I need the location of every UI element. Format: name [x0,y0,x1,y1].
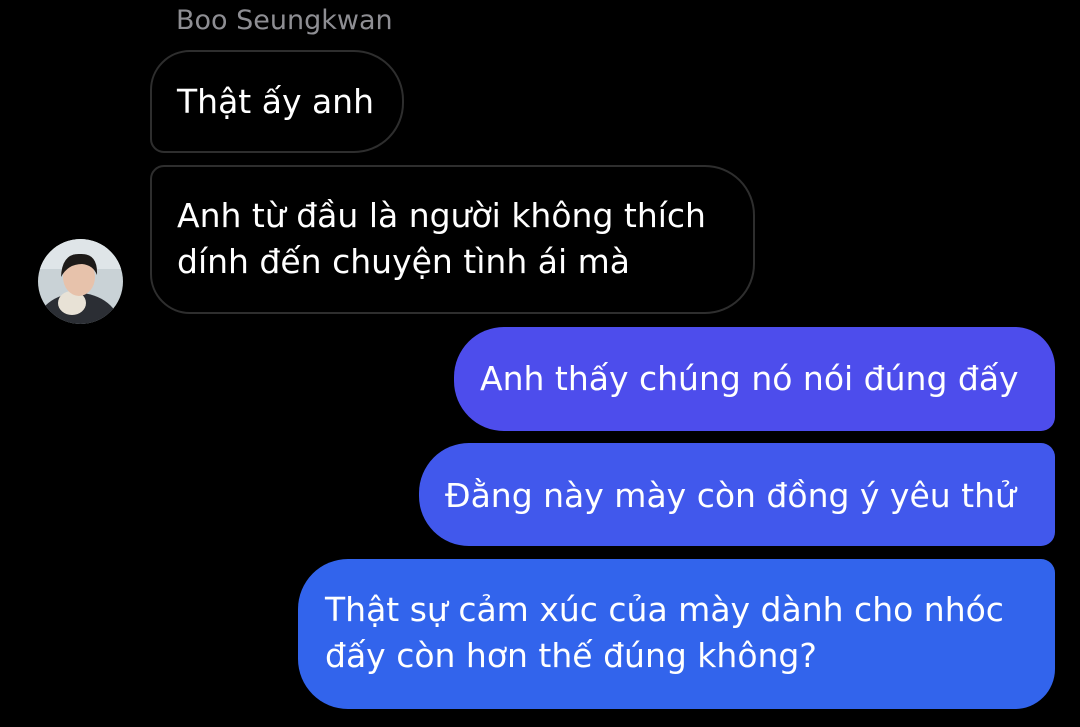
message-text: dính đến chuyện tình ái mà [177,242,630,281]
message-text: Đằng này mày còn đồng ý yêu thử [445,476,1016,515]
message-bubble-incoming[interactable]: Anh từ đầu là người không thích dính đến… [150,165,755,314]
sender-name: Boo Seungkwan [176,5,393,36]
message-bubble-incoming[interactable]: Thật ấy anh [150,50,404,153]
message-bubble-outgoing[interactable]: Đằng này mày còn đồng ý yêu thử [419,443,1055,546]
message-text: Thật sự cảm xúc của mày dành cho nhóc [325,590,1004,629]
message-bubble-outgoing[interactable]: Anh thấy chúng nó nói đúng đấy [454,327,1055,431]
avatar[interactable] [38,239,123,324]
message-text: Anh thấy chúng nó nói đúng đấy [480,359,1019,398]
message-text: Thật ấy anh [177,82,375,121]
message-text: đấy còn hơn thế đúng không? [325,636,817,675]
user-avatar-photo-icon [38,239,123,324]
message-text: Anh từ đầu là người không thích [177,196,706,235]
message-bubble-outgoing[interactable]: Thật sự cảm xúc của mày dành cho nhóc đấ… [298,559,1055,709]
